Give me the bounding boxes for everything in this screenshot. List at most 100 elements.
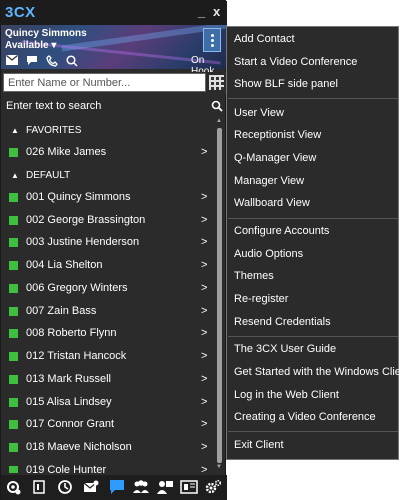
menu-item-themes[interactable]: Themes [234,270,274,282]
envelope-icon[interactable] [5,55,18,67]
menu-item-user-view[interactable]: User View [234,107,284,119]
menu-item-web-client-login[interactable]: Log in the Web Client [234,389,339,401]
contact-row[interactable]: 018 Maeve Nicholson > [1,437,215,459]
chevron-right-icon[interactable]: > [201,373,207,385]
presence-icon [9,284,18,293]
chevron-right-icon[interactable]: > [201,282,207,294]
menu-item-audio-options[interactable]: Audio Options [234,248,303,260]
phone-icon[interactable] [45,55,58,67]
contact-row[interactable]: 002 George Brassington > [1,210,215,232]
menu-item-manager-view[interactable]: Manager View [234,175,304,187]
contact-name: 012 Tristan Hancock [26,350,127,362]
chevron-right-icon[interactable]: > [201,214,207,226]
contact-row[interactable]: 017 Connor Grant > [1,414,215,436]
contact-name: 003 Justine Henderson [26,236,140,248]
minimize-button[interactable]: _ [198,4,205,19]
group-label: DEFAULT [26,170,71,181]
chevron-right-icon[interactable]: > [201,146,207,158]
contact-name: 018 Maeve Nicholson [26,441,132,453]
contact-search[interactable]: Enter text to search [1,96,227,116]
history-icon[interactable] [56,479,74,497]
contact-row[interactable]: 004 Lia Shelton > [1,255,215,277]
contact-name: 015 Alisa Lindsey [26,396,112,408]
chat-icon[interactable] [25,55,38,67]
menu-item-show-blf-panel[interactable]: Show BLF side panel [234,78,338,90]
scroll-up-icon[interactable]: ▲ [216,118,222,124]
client-window: 3CX _ x Quincy Simmons Available ▾ On Ho… [0,0,227,500]
conference-icon[interactable] [156,479,174,497]
menu-item-wallboard-view[interactable]: Wallboard View [234,197,310,209]
presence-icon [9,329,18,338]
contact-name: 013 Mark Russell [26,373,111,385]
contact-name: 019 Cole Hunter [26,464,107,473]
chevron-right-icon[interactable]: > [201,418,207,430]
dial-number-input[interactable] [3,73,206,92]
chevron-right-icon[interactable]: > [201,236,207,248]
switchboard-icon[interactable] [180,479,198,497]
contact-row[interactable]: 007 Zain Bass > [1,301,215,323]
settings-icon[interactable] [4,479,22,497]
menu-item-re-register[interactable]: Re-register [234,293,288,305]
contact-name: 008 Roberto Flynn [26,327,117,339]
chat-icon[interactable] [108,479,126,497]
presence-icon [9,466,18,473]
menu-item-q-manager-view[interactable]: Q-Manager View [234,152,316,164]
options-menu: Add Contact Start a Video Conference Sho… [226,26,403,460]
gear-icon[interactable] [204,479,222,497]
contact-row[interactable]: 015 Alisa Lindsey > [1,392,215,414]
dialpad-icon[interactable] [209,75,224,90]
search-icon[interactable] [211,99,223,112]
menu-item-creating-video-conference[interactable]: Creating a Video Conference [234,411,376,423]
menu-item-add-contact[interactable]: Add Contact [234,33,295,45]
contact-row[interactable]: 001 Quincy Simmons > [1,187,215,209]
chevron-right-icon[interactable]: > [201,191,207,203]
chevron-right-icon[interactable]: > [201,441,207,453]
menu-separator [228,336,398,337]
scrollbar-thumb[interactable] [217,128,222,463]
scroll-down-icon[interactable]: ▼ [216,464,222,470]
more-menu-button[interactable] [203,28,221,52]
menu-item-start-video-conference[interactable]: Start a Video Conference [234,56,357,68]
group-header-default[interactable]: ▲ DEFAULT [1,165,215,187]
contact-row[interactable]: 003 Justine Henderson > [1,232,215,254]
voicemail-icon[interactable] [82,479,100,497]
presence-icon [9,193,18,202]
search-icon[interactable] [65,55,78,67]
chevron-right-icon[interactable]: > [201,305,207,317]
search-placeholder: Enter text to search [6,100,102,112]
chevron-right-icon[interactable]: > [201,396,207,408]
contact-row[interactable]: 026 Mike James > [1,142,215,164]
menu-item-get-started-windows[interactable]: Get Started with the Windows Client [234,366,403,378]
contact-row[interactable]: 006 Gregory Winters > [1,278,215,300]
contact-list-scrollbar[interactable]: ▲ ▼ [215,118,225,470]
menu-item-resend-credentials[interactable]: Resend Credentials [234,316,331,328]
menu-item-configure-accounts[interactable]: Configure Accounts [234,225,329,237]
chevron-right-icon[interactable]: > [201,464,207,473]
presence-icon [9,307,18,316]
chevron-right-icon[interactable]: > [201,350,207,362]
presence-icon [9,238,18,247]
contact-row[interactable]: 008 Roberto Flynn > [1,323,215,345]
presence-icon [9,148,18,157]
status-dropdown[interactable]: Available ▾ [5,40,56,51]
dot-icon [211,34,214,37]
menu-item-user-guide[interactable]: The 3CX User Guide [234,343,336,355]
contact-row[interactable]: 012 Tristan Hancock > [1,346,215,368]
dialer-icon[interactable] [30,479,48,497]
chevron-right-icon[interactable]: > [201,327,207,339]
presence-icon [9,352,18,361]
logo-text: 3CX [5,4,36,21]
dot-icon [211,44,214,47]
menu-separator [228,431,398,432]
group-header-favorites[interactable]: ▲ FAVORITES [1,120,215,142]
contact-list: ▲ FAVORITES 026 Mike James > ▲ DEFAULT 0… [1,118,227,473]
group-icon[interactable] [132,479,150,497]
menu-item-exit-client[interactable]: Exit Client [234,439,284,451]
close-button[interactable]: x [213,4,220,19]
collapse-arrow-icon: ▲ [11,126,19,135]
contact-row[interactable]: 019 Cole Hunter > [1,460,215,473]
chevron-right-icon[interactable]: > [201,259,207,271]
menu-item-receptionist-view[interactable]: Receptionist View [234,129,321,141]
dot-icon [211,39,214,42]
contact-row[interactable]: 013 Mark Russell > [1,369,215,391]
